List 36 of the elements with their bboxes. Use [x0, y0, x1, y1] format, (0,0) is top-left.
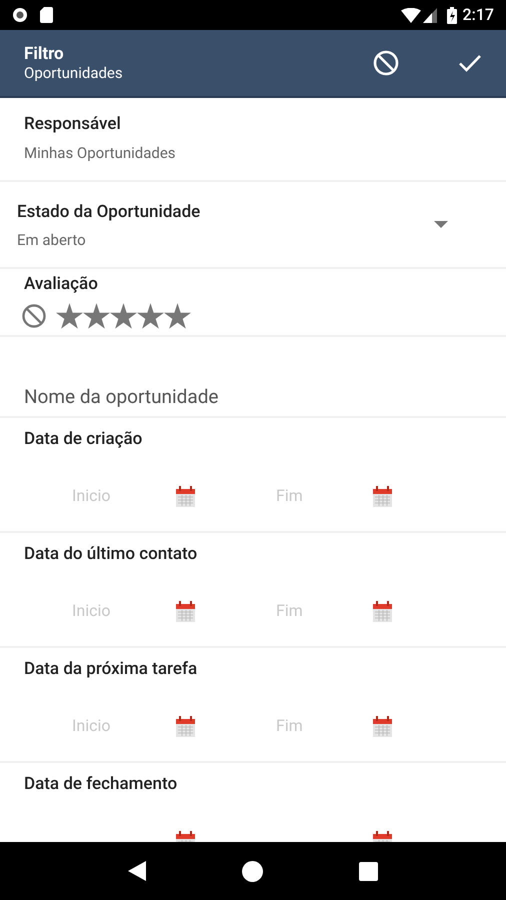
calendar-icon[interactable]	[176, 600, 195, 622]
check-icon	[459, 54, 481, 72]
name-input-field[interactable]: Nome da oportunidade	[24, 380, 482, 412]
date-filter-label: Data do último contato	[24, 543, 198, 565]
home-icon[interactable]	[242, 860, 263, 882]
date-filter-label: Data de criação	[24, 428, 142, 450]
calendar-icon[interactable]	[176, 486, 195, 506]
app-bar-subtitle: Oportunidades	[24, 64, 124, 82]
signal-icon	[422, 8, 436, 22]
star-icon[interactable]	[56, 303, 83, 329]
calendar-icon[interactable]	[373, 486, 392, 506]
clear-rating-button[interactable]	[22, 304, 46, 328]
responsible-picker[interactable]: Responsável Minhas Oportunidades	[0, 98, 506, 182]
dropdown-arrow-icon	[434, 221, 448, 228]
back-icon[interactable]	[128, 861, 146, 881]
calendar-icon[interactable]	[176, 716, 195, 736]
calendar-icon[interactable]	[373, 716, 392, 736]
rating-label: Avaliação	[24, 273, 98, 295]
star-icon[interactable]	[110, 303, 137, 329]
dropdown-label: Estado da Oportunidade	[17, 200, 202, 224]
wifi-icon	[400, 8, 420, 22]
date-filter-label: Data da próxima tarefa	[24, 658, 198, 680]
star-icon[interactable]	[164, 303, 191, 329]
calendar-icon[interactable]	[373, 600, 392, 622]
dropdown-value: Em aberto	[17, 230, 87, 250]
app-bar-title: Filtro	[24, 44, 65, 64]
record-icon	[12, 7, 28, 23]
star-icon[interactable]	[83, 303, 110, 329]
date-filter-label: Data de fechamento	[24, 773, 178, 795]
status-dropdown[interactable]: Estado da Oportunidade Em aberto	[0, 182, 506, 269]
ban-icon	[373, 50, 399, 76]
clock-time: 2:17	[462, 4, 494, 26]
recents-icon[interactable]	[359, 862, 378, 880]
star-icon[interactable]	[137, 303, 164, 329]
sd-card-icon	[40, 7, 53, 23]
battery-icon	[446, 6, 456, 24]
